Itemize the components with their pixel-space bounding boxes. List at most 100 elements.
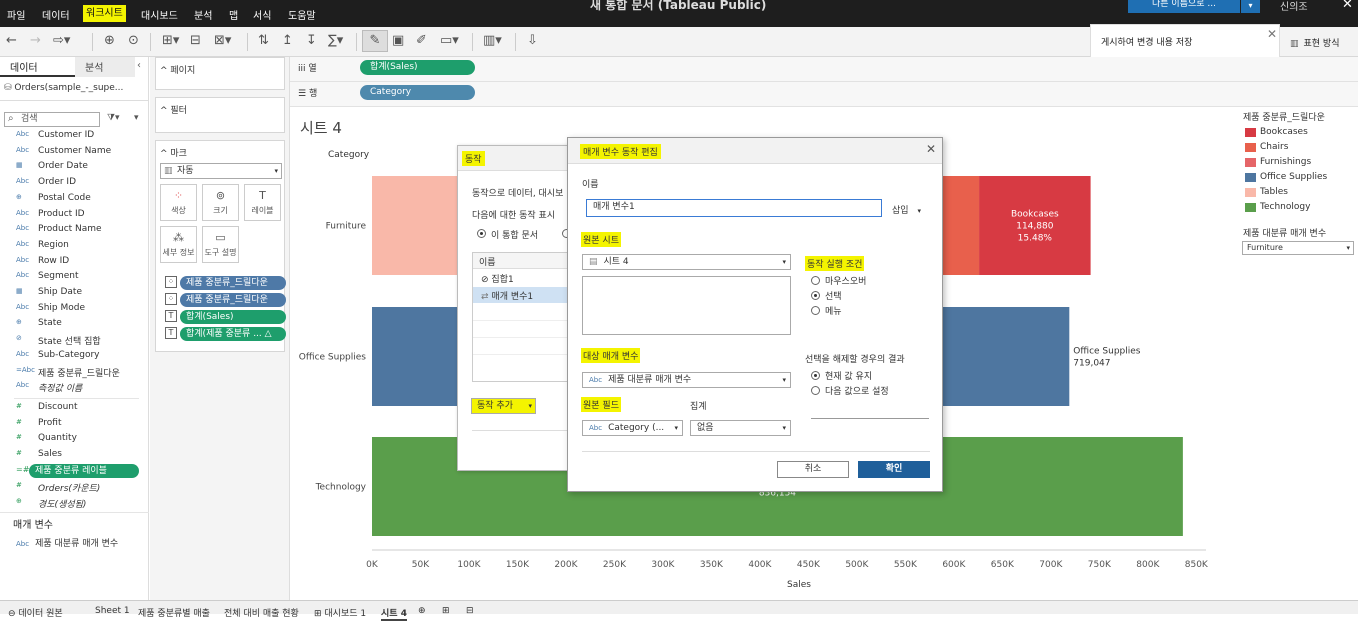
- mark-pill[interactable]: ⁘ 제품 중분류_드릴다운: [160, 276, 286, 290]
- close-icon[interactable]: ✕: [1342, 0, 1353, 12]
- new-sheet-icon[interactable]: ⊕: [418, 606, 426, 616]
- pages-card[interactable]: ^ 페이지: [155, 57, 285, 90]
- menu-dashboard[interactable]: 대시보드: [141, 7, 178, 22]
- label-icon: T: [259, 189, 266, 202]
- name-input[interactable]: 매개 변수1: [586, 199, 882, 217]
- datasource-item[interactable]: ⛁ Orders(sample_-_supe...: [4, 83, 123, 93]
- marks-label: ^ 마크: [160, 149, 187, 159]
- parameter-select[interactable]: Furniture ▾: [1242, 241, 1354, 255]
- detail-button[interactable]: ⁂ 세부 정보: [160, 226, 197, 263]
- back-icon[interactable]: ←: [6, 33, 17, 48]
- menu-map[interactable]: 맵: [229, 7, 238, 22]
- forward-icon[interactable]: →: [30, 33, 41, 48]
- rows-shelf[interactable]: ☰ 행 Category: [290, 82, 1358, 107]
- keep-value-radio[interactable]: [811, 371, 820, 380]
- actions-description: 동작으로 데이터, 대시보: [472, 189, 564, 199]
- clear-sheet-icon[interactable]: ⊠▾: [214, 33, 231, 48]
- fit-icon[interactable]: ▭▾: [440, 33, 459, 48]
- source-sheet-select[interactable]: ▤ 시트 4 ▾: [582, 254, 791, 270]
- tab-total-sales[interactable]: 전체 대비 매출 현황: [224, 606, 299, 619]
- close-icon[interactable]: ✕: [926, 142, 936, 156]
- redo-icon[interactable]: ⇨▾: [53, 33, 70, 48]
- search-input[interactable]: ⌕ 검색: [4, 112, 100, 127]
- target-parameter-select[interactable]: Abc 제품 대분류 매개 변수 ▾: [582, 372, 791, 388]
- tab-sales-by-subcategory[interactable]: 제품 중분류별 매출: [138, 606, 210, 619]
- source-field-select[interactable]: Abc Category (... ▾: [582, 420, 683, 436]
- color-icon: ⁘: [173, 189, 184, 202]
- columns-shelf[interactable]: iii 열 합계(Sales): [290, 57, 1358, 82]
- filter-icon[interactable]: ⧩▾: [107, 113, 120, 123]
- source-sheets-list[interactable]: [582, 276, 791, 335]
- aggregation-select[interactable]: 없음 ▾: [690, 420, 791, 436]
- tab-data[interactable]: 데이터: [0, 57, 75, 77]
- new-story-icon[interactable]: ⊟: [466, 606, 474, 616]
- chevron-down-icon: ▾: [782, 376, 786, 384]
- mark-pill[interactable]: T 합계(제품 중분류 ... △: [160, 327, 286, 341]
- workbook-radio[interactable]: [477, 229, 486, 238]
- menu-file[interactable]: 파일: [7, 7, 25, 22]
- save-as-button[interactable]: 다른 이름으로 ...: [1128, 0, 1240, 13]
- tab-analysis[interactable]: 분석: [75, 57, 135, 77]
- duplicate-icon[interactable]: ⊟: [190, 33, 201, 48]
- sort-desc-icon[interactable]: ↧: [306, 33, 317, 48]
- sheet-tabs-bar: ⊖ 데이터 원본 Sheet 1 제품 중분류별 매출 전체 대비 매출 현황 …: [0, 600, 1358, 621]
- save-dropdown-icon[interactable]: ▾: [1241, 0, 1260, 13]
- data-label: 15.48%: [1018, 234, 1053, 244]
- show-me-button[interactable]: ▥ 표현 방식: [1290, 36, 1340, 49]
- menu-worksheet[interactable]: 워크시트: [83, 5, 126, 22]
- mark-pill[interactable]: ⁘ 제품 중분류_드릴다운: [160, 293, 286, 307]
- menu-analysis[interactable]: 분석: [194, 7, 212, 22]
- legend-swatch: [1245, 173, 1256, 182]
- mark-pill[interactable]: T 합계(Sales): [160, 310, 286, 324]
- labels-icon[interactable]: ▣: [392, 33, 404, 48]
- x-axis-title: Sales: [787, 580, 811, 590]
- annotate-icon[interactable]: ✐: [416, 33, 427, 48]
- x-tick-label: 800K: [1136, 560, 1160, 570]
- run-on-hover-radio[interactable]: [811, 276, 820, 285]
- share-icon[interactable]: ⇩: [527, 33, 538, 48]
- cards-panel: ^ 페이지 ^ 필터 ^ 마크 ▥ 자동 ▾ ⁘ 색상 ⊚ 크기 T 레이블 ⁂ 세부 정보…: [150, 57, 290, 600]
- add-action-button[interactable]: 동작 추가 ▾: [471, 398, 536, 414]
- sum-icon[interactable]: ∑▾: [328, 33, 343, 48]
- run-on-select-radio[interactable]: [811, 291, 820, 300]
- x-tick-label: 850K: [1185, 560, 1209, 570]
- swap-icon[interactable]: ⇅: [258, 33, 269, 48]
- new-sheet-icon[interactable]: ⊞▾: [162, 33, 179, 48]
- field-measure-selected[interactable]: 제품 중분류 레이블: [29, 464, 139, 478]
- color-button[interactable]: ⁘ 색상: [160, 184, 197, 221]
- menu-format[interactable]: 서식: [253, 7, 271, 22]
- run-on-menu-label: 메뉴: [825, 307, 842, 317]
- collapse-icon[interactable]: ‹: [137, 60, 141, 71]
- tab-sheet1[interactable]: Sheet 1: [95, 606, 130, 616]
- tab-datasource[interactable]: ⊖ 데이터 원본: [8, 606, 63, 619]
- cancel-button[interactable]: 취소: [777, 461, 849, 478]
- user-menu[interactable]: 신의조: [1280, 0, 1308, 13]
- more-icon[interactable]: ▾: [134, 113, 139, 123]
- size-button[interactable]: ⊚ 크기: [202, 184, 239, 221]
- chart-icon[interactable]: ▥▾: [483, 33, 502, 48]
- menu-data[interactable]: 데이터: [42, 7, 70, 22]
- close-icon[interactable]: ✕: [1267, 27, 1277, 41]
- columns-pill[interactable]: 합계(Sales): [360, 60, 475, 75]
- set-value-radio[interactable]: [811, 386, 820, 395]
- set-action-icon: ⊘: [481, 275, 489, 285]
- highlight-icon[interactable]: ✎: [362, 30, 388, 52]
- filters-card[interactable]: ^ 필터: [155, 97, 285, 133]
- rows-pill[interactable]: Category: [360, 85, 475, 100]
- parameter-item[interactable]: Abc 제품 대분류 매개 변수: [16, 536, 118, 549]
- new-datasource-icon[interactable]: ⊕: [104, 33, 115, 48]
- x-tick-label: 700K: [1039, 560, 1063, 570]
- new-dashboard-icon[interactable]: ⊞: [442, 606, 450, 616]
- data-panel: 데이터 분석 ‹ ⛁ Orders(sample_-_supe... ⌕ 검색 ⧩…: [0, 57, 149, 600]
- insert-menu[interactable]: 삽입 ▾: [892, 203, 921, 216]
- mark-type-select[interactable]: ▥ 자동 ▾: [160, 163, 282, 179]
- menu-help[interactable]: 도움말: [288, 7, 316, 22]
- label-button[interactable]: T 레이블: [244, 184, 281, 221]
- tab-dashboard1[interactable]: ⊞ 대시보드 1: [314, 606, 366, 619]
- ok-button[interactable]: 확인: [858, 461, 930, 478]
- tooltip-button[interactable]: ▭ 도구 설명: [202, 226, 239, 263]
- sort-asc-icon[interactable]: ↥: [282, 33, 293, 48]
- run-on-menu-radio[interactable]: [811, 306, 820, 315]
- pause-icon[interactable]: ⊙: [128, 33, 139, 48]
- document-title: 새 통합 문서 (Tableau Public): [590, 0, 767, 12]
